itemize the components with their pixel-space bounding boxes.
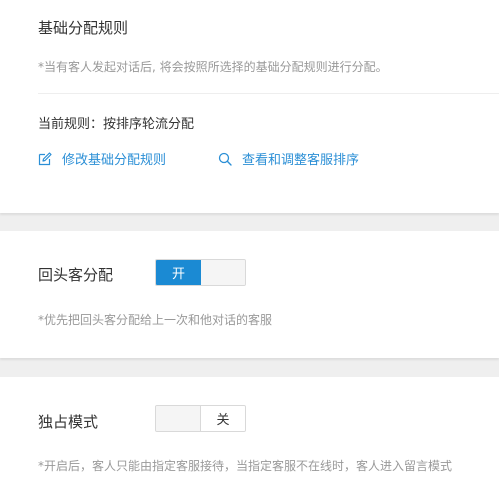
exclusive-mode-toggle[interactable]: 关 bbox=[155, 405, 246, 432]
toggle-knob bbox=[201, 260, 245, 285]
returning-customer-toggle[interactable]: 开 bbox=[155, 259, 246, 286]
edit-basic-rule-label: 修改基础分配规则 bbox=[62, 153, 167, 168]
toggle-off-segment: 关 bbox=[200, 406, 245, 431]
exclusive-mode-description: *开启后，客人只能由指定客服接待，当指定客服不在线时，客人进入留言模式 bbox=[38, 459, 453, 473]
toggle-knob bbox=[156, 406, 202, 431]
exclusive-mode-card: 独占模式 关 *开启后，客人只能由指定客服接待，当指定客服不在线时，客人进入留言… bbox=[0, 377, 499, 493]
view-agent-order-link[interactable]: 查看和调整客服排序 bbox=[218, 149, 359, 168]
exclusive-mode-label: 独占模式 bbox=[38, 413, 99, 431]
basic-rule-title: 基础分配规则 bbox=[38, 19, 129, 37]
divider bbox=[38, 93, 499, 94]
returning-customer-description: *优先把回头客分配给上一次和他对话的客服 bbox=[38, 313, 273, 327]
toggle-on-segment: 开 bbox=[156, 260, 201, 285]
basic-rule-description: *当有客人发起对话后, 将会按照所选择的基础分配规则进行分配。 bbox=[38, 60, 388, 74]
edit-basic-rule-link[interactable]: 修改基础分配规则 bbox=[38, 149, 166, 168]
current-rule-text: 当前规则：按排序轮流分配 bbox=[38, 117, 195, 132]
returning-customer-label: 回头客分配 bbox=[38, 266, 114, 284]
view-agent-order-label: 查看和调整客服排序 bbox=[242, 153, 360, 168]
basic-rule-card: 基础分配规则 *当有客人发起对话后, 将会按照所选择的基础分配规则进行分配。 当… bbox=[0, 0, 499, 213]
returning-customer-card: 回头客分配 开 *优先把回头客分配给上一次和他对话的客服 bbox=[0, 231, 499, 358]
edit-icon bbox=[38, 151, 52, 165]
search-icon bbox=[218, 152, 232, 166]
